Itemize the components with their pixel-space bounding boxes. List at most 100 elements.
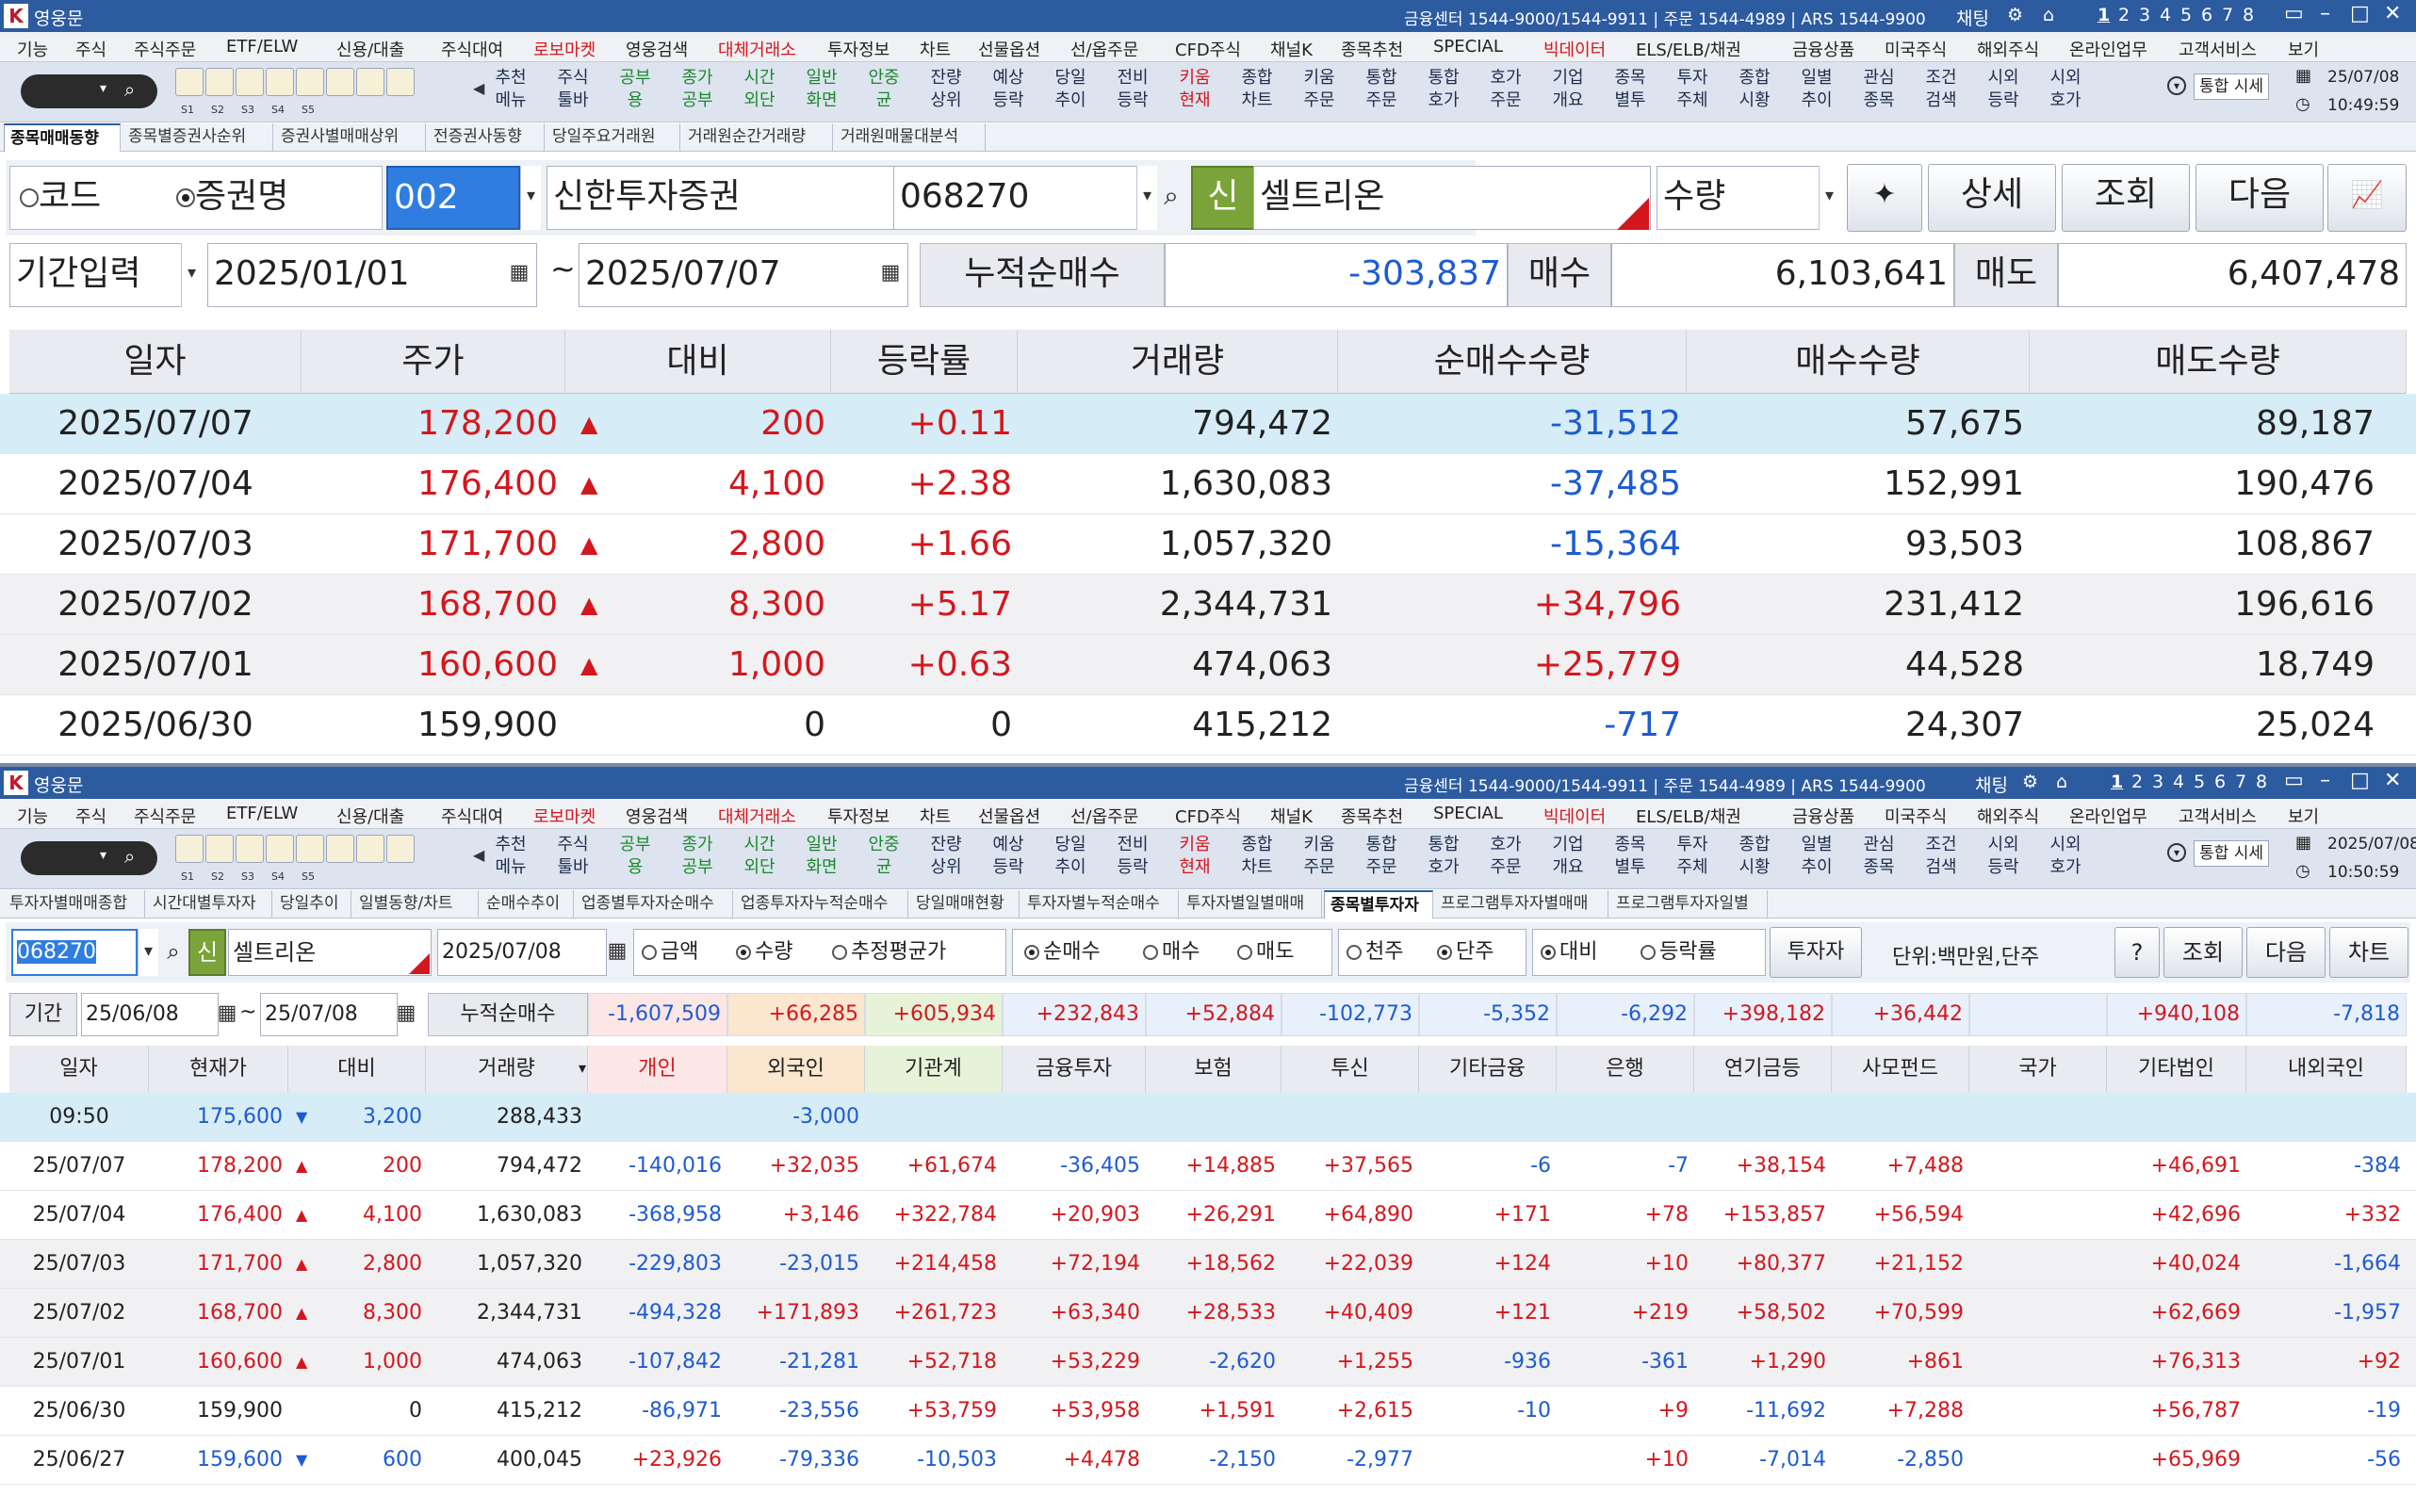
menu-item-2[interactable]: 주식주문 [134,37,196,61]
menu-item-18[interactable]: ELS/ELB/채권 [1636,804,1741,828]
column-header-1[interactable]: 현재가 [149,1046,288,1093]
period-end-input[interactable]: 25/07/08 [260,993,398,1036]
toolbar-button-3[interactable]: 종가 공부 [667,834,727,886]
detail-button[interactable]: 상세 [1928,164,2056,232]
screen-tab-8[interactable]: 8 [2256,772,2267,792]
toolbar-button-7[interactable]: 잔량 상위 [916,834,976,886]
column-header-4[interactable]: 거래량 [1018,330,1338,394]
menu-item-4[interactable]: 신용/대출 [336,37,404,61]
settings-icon[interactable]: ⚙ [2022,772,2038,792]
table-row[interactable]: 25/07/04 176,400 ▲ 4,100 1,630,083 -368,958 +3… [0,1191,2416,1240]
tab-11[interactable]: 프로그램투자자별매매 [1435,890,1608,919]
menu-item-22[interactable]: 온라인업무 [2069,37,2147,61]
quantity-dropdown-icon[interactable]: ▾ [1819,166,1839,230]
broker-dropdown-icon[interactable]: ▾ [520,166,541,230]
screen-tab-2[interactable]: 2 [2118,5,2130,25]
date-input[interactable]: 2025/07/08 [437,929,607,976]
quantity-select[interactable]: 수량 [1657,166,1826,230]
menu-item-17[interactable]: 빅데이터 [1543,804,1606,828]
radio-quantity[interactable]: 수량 [736,930,792,975]
menu-item-13[interactable]: CFD주식 [1175,804,1241,828]
menu-item-23[interactable]: 고객서비스 [2179,37,2257,61]
menu-item-23[interactable]: 고객서비스 [2179,804,2257,828]
volume-sort-icon[interactable]: ▾ [579,1059,586,1077]
layout-icon[interactable] [356,68,384,96]
settings-icon[interactable]: ⚙ [2007,5,2023,25]
menu-item-7[interactable]: 영웅검색 [626,37,688,61]
pen-icon[interactable] [205,835,234,863]
toolbar-button-4[interactable]: 시간 외단 [729,834,790,886]
menu-item-15[interactable]: 종목추천 [1341,37,1403,61]
tab-5[interactable]: 거래원순간거래량 [682,123,833,152]
screen-tab-6[interactable]: 6 [2201,5,2212,25]
menu-item-16[interactable]: SPECIAL [1433,804,1503,823]
toolbar-button-12[interactable]: 종합 차트 [1227,67,1287,120]
column-header-0[interactable]: 일자 [9,1046,149,1093]
toolbar-button-1[interactable]: 주식 툴바 [543,67,603,120]
next-button[interactable]: 다음 [2196,164,2324,232]
restore-icon[interactable]: ▭ [2284,769,2304,792]
menu-item-19[interactable]: 금융상품 [1792,37,1854,61]
toolbar-button-9[interactable]: 당일 추이 [1040,834,1101,886]
clock-icon[interactable] [296,68,324,96]
menu-item-4[interactable]: 신용/대출 [336,804,404,828]
tab-6[interactable]: 업종투자자누적순매수 [735,890,908,919]
column-header-10[interactable]: 기타금융 [1419,1046,1557,1093]
menu-item-15[interactable]: 종목추천 [1341,804,1403,828]
menu-item-5[interactable]: 주식대여 [441,804,503,828]
menu-item-22[interactable]: 온라인업무 [2069,804,2147,828]
radio-buy[interactable]: 매수 [1143,930,1200,975]
radio-amount[interactable]: 금액 [642,930,698,975]
toolbar-button-2[interactable]: 공부 용 [605,67,665,120]
column-header-16[interactable]: 내외국인 [2246,1046,2407,1093]
table-row[interactable]: 25/07/03 171,700 ▲ 2,800 1,057,320 -229,803 -2… [0,1240,2416,1289]
table-row[interactable]: 2025/07/04 176,400 ▲ 4,100 +2.38 1,630,083 -37… [0,454,2416,514]
column-header-3[interactable]: 등락률 [831,330,1018,394]
column-header-6[interactable]: 매수수량 [1687,330,2030,394]
toolbar-button-13[interactable]: 키움 주문 [1289,67,1349,120]
toolbar-button-15[interactable]: 통합 호가 [1413,67,1474,120]
stock-dropdown-icon[interactable]: ▾ [138,929,158,976]
toolbar-button-22[interactable]: 관심 종목 [1849,834,1909,886]
menu-item-1[interactable]: 주식 [75,804,106,828]
stock-code-input[interactable]: 068270 [893,166,1155,230]
column-header-3[interactable]: 거래량 [426,1046,588,1093]
menu-item-24[interactable]: 보기 [2288,804,2319,828]
toolbar-button-9[interactable]: 당일 추이 [1040,67,1101,120]
query-button[interactable]: 조회 [2163,927,2243,978]
toolbar-button-17[interactable]: 기업 개요 [1538,834,1598,886]
save-icon[interactable] [175,68,204,96]
tab-7[interactable]: 당일매매현황 [910,890,1020,919]
menu-item-1[interactable]: 주식 [75,37,106,61]
help-button[interactable]: ? [2114,927,2160,978]
screen-tab-2[interactable]: 2 [2131,772,2143,792]
toolbar-button-13[interactable]: 키움 주문 [1289,834,1349,886]
column-header-7[interactable]: 매도수량 [2030,330,2407,394]
tab-8[interactable]: 투자자별누적순매수 [1021,890,1179,919]
menu-item-9[interactable]: 투자정보 [827,804,890,828]
next-button[interactable]: 다음 [2246,927,2326,978]
tab-9[interactable]: 투자자별일별매매 [1181,890,1322,919]
tab-4[interactable]: 순매수추이 [481,890,574,919]
menu-item-24[interactable]: 보기 [2288,37,2319,61]
toolbar-button-16[interactable]: 호가 주문 [1476,67,1536,120]
save-icon[interactable] [175,835,204,863]
column-header-7[interactable]: 금융투자 [1003,1046,1146,1093]
toolbar-button-21[interactable]: 일별 추이 [1787,67,1847,120]
menu-item-10[interactable]: 차트 [920,804,951,828]
menu-item-11[interactable]: 선물옵션 [978,37,1040,61]
toolbar-button-15[interactable]: 통합 호가 [1413,834,1474,886]
toolbar-button-7[interactable]: 잔량 상위 [916,67,976,120]
period-dropdown-icon[interactable]: ▾ [181,243,202,307]
toolbar-button-22[interactable]: 관심 종목 [1849,67,1909,120]
column-header-2[interactable]: 대비 [288,1046,426,1093]
table-row[interactable]: 2025/07/07 178,200 ▲ 200 +0.11 794,472 -31,512… [0,394,2416,454]
column-header-0[interactable]: 일자 [9,330,302,394]
menu-item-6[interactable]: 로보마켓 [533,804,596,828]
tab-0[interactable]: 종목매매동향 [4,123,121,152]
toolbar-button-21[interactable]: 일별 추이 [1787,834,1847,886]
table-row[interactable]: 2025/07/02 168,700 ▲ 8,300 +5.17 2,344,731 +34… [0,575,2416,635]
column-header-2[interactable]: 대비 [565,330,831,394]
close-icon[interactable]: ✕ [2384,769,2401,792]
table-row[interactable]: 09:50 175,600 ▼ 3,200 288,433 -3,000 [0,1093,2416,1142]
